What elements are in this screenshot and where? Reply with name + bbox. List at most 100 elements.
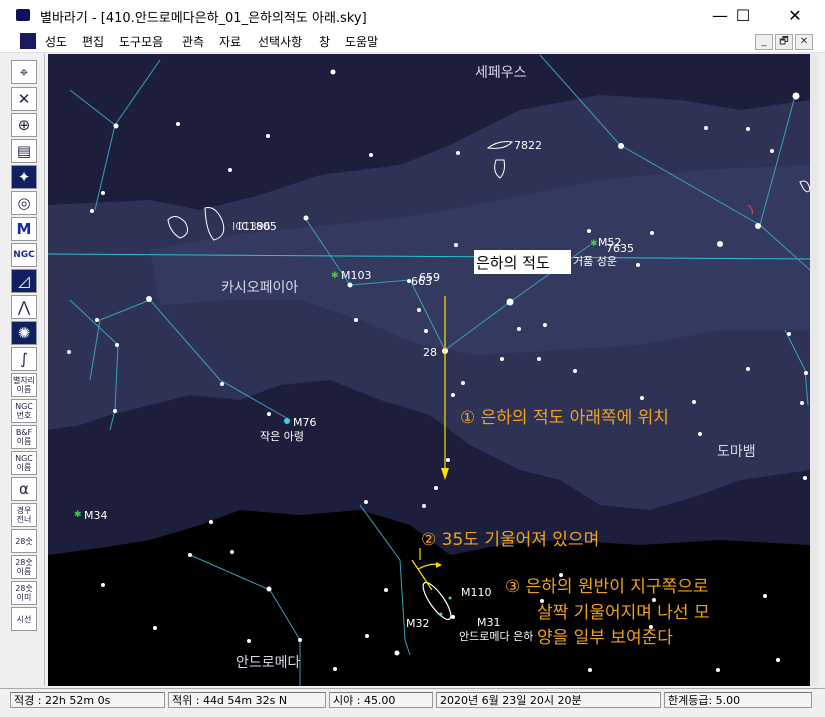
svg-text:✱: ✱	[590, 239, 598, 249]
menu-item-help[interactable]: 도움말	[345, 33, 378, 50]
annotation-note3-line1: ③ 은하의 원반이 지구쪽으로	[505, 577, 709, 597]
annotation-note3-line3: 양을 일부 보여준다	[537, 628, 673, 648]
magnitude-button[interactable]: 28숫	[11, 529, 37, 553]
cepheus-label: 세페우스	[475, 65, 527, 81]
constellation-border-button[interactable]: 경우 전너	[11, 503, 37, 527]
magnitude-icon: 28숫	[15, 536, 33, 546]
vertical-toolbar: ⌖ ✕ ⊕ ▤ ✦ ◎ M NGC ◿ ⋀ ✺ ∫ 별자리 이름 NGC 번호 …	[8, 54, 45, 686]
ecliptic-icon: ∫	[20, 349, 28, 368]
annotation-note2: ② 35도 기울어져 있으며	[421, 530, 599, 550]
mdi-close-button[interactable]: ✕	[795, 34, 813, 50]
messier-button[interactable]: M	[11, 217, 37, 241]
ngc-number-label-icon: NGC 번호	[15, 402, 33, 420]
little-dumbbell-label: 작은 아령	[260, 430, 304, 443]
star-name-label-button[interactable]: 별자리 이름	[11, 373, 37, 397]
mdi-minimize-button[interactable]: _	[755, 34, 773, 50]
status-declination: 적위 : 44d 54m 32s N	[168, 692, 326, 708]
m31-label: M31	[477, 616, 501, 629]
menu-bar: 성도 편집 도구모음 관측 자료 선택사항 창 도움말	[0, 30, 825, 53]
window-title: 별바라기 - [410.안드로메다은하_01_은하의적도 아래.sky]	[40, 11, 367, 26]
ngc7822-label: 7822	[514, 139, 542, 152]
lacerta-label: 도마뱀	[717, 444, 756, 460]
menu-item-window[interactable]: 창	[319, 33, 330, 50]
status-bar: 적경 : 22h 52m 0s 적위 : 44d 54m 32s N 시야 : …	[0, 688, 825, 717]
menu-item-edit[interactable]: 편집	[82, 33, 104, 50]
print-button[interactable]: ▤	[11, 139, 37, 163]
annotation-note3-line2: 살짝 기울어지며 나선 모	[537, 603, 710, 623]
status-right-ascension: 적경 : 22h 52m 0s	[10, 692, 165, 708]
bayer-label-button[interactable]: B&F 이름	[11, 425, 37, 449]
cassiopeia-label: 카시오페이아	[221, 280, 298, 296]
starfield-icon: ✦	[17, 167, 31, 186]
ngc-icon: NGC	[13, 249, 35, 260]
ngc-number-label-button[interactable]: NGC 번호	[11, 399, 37, 423]
menu-item-chart[interactable]: 성도	[45, 33, 67, 50]
ngc663-label: 663	[411, 275, 432, 288]
menu-item-toolbars[interactable]: 도구모음	[119, 33, 163, 50]
m110-label: M110	[461, 586, 492, 599]
alpha-button[interactable]: α	[11, 477, 37, 501]
vertical-scrollbar[interactable]	[810, 54, 818, 686]
globe-icon: ⊕	[17, 115, 31, 134]
m32-label: M32	[406, 617, 430, 630]
settings-icon: 시선	[16, 614, 32, 624]
globe-button[interactable]: ⊕	[11, 113, 37, 137]
close-icon: ✕	[788, 5, 802, 25]
messier-icon: M	[16, 219, 32, 238]
ngc7635-label: 7635	[606, 242, 634, 255]
constellation-button[interactable]: ⋀	[11, 295, 37, 319]
coordinate-grid-icon: ⌖	[19, 62, 29, 81]
mdi-restore-button[interactable]: 🗗	[775, 34, 793, 50]
svg-text:✱: ✱	[74, 510, 82, 520]
settings-button[interactable]: 시선	[11, 607, 37, 631]
alpha-icon: α	[19, 479, 29, 498]
m76-label: M76	[293, 416, 317, 429]
bubble-nebula-label: 거품 성운	[573, 255, 617, 268]
maximize-icon: ☐	[735, 5, 751, 25]
galactic-equator-label: 은하의 적도	[476, 254, 550, 272]
andromeda-label: 안드로메다	[236, 655, 301, 671]
app-icon[interactable]	[16, 9, 30, 21]
crosshair-button[interactable]: ✕	[11, 87, 37, 111]
telescope-button[interactable]: ◿	[11, 269, 37, 293]
telescope-icon: ◿	[18, 271, 30, 290]
m103-label: M103	[341, 269, 372, 282]
maximize-button[interactable]: ☐	[720, 0, 766, 30]
status-field-of-view: 시야 : 45.00	[329, 692, 433, 708]
document-icon[interactable]	[20, 33, 36, 49]
nebula-button[interactable]: ✺	[11, 321, 37, 345]
coordinate-grid-button[interactable]: ⌖	[11, 60, 37, 84]
status-limit-magnitude: 한계등급: 5.00	[664, 692, 812, 708]
ngc-name-label-icon: NGC 이름	[15, 454, 33, 472]
print-icon: ▤	[16, 141, 32, 160]
magnitude-name-icon: 28숫 이름	[15, 558, 33, 576]
close-button[interactable]: ✕	[772, 0, 818, 30]
status-datetime: 2020년 6월 23일 20시 20분	[436, 692, 661, 708]
constellation-icon: ⋀	[17, 297, 31, 316]
nebula-icon: ✺	[17, 323, 31, 342]
sky-chart[interactable]: ✱ ✱ ✱ 세페우스 카시오페이아 안드로메다 도마뱀 은하의 적도 7822 …	[48, 54, 810, 686]
m110-marker	[448, 596, 452, 600]
magnitude-name-button[interactable]: 28숫 이름	[11, 555, 37, 579]
annotation-note1: ① 은하의 적도 아래쪽에 위치	[460, 408, 669, 428]
m32-marker	[439, 612, 443, 616]
ngc-button[interactable]: NGC	[11, 243, 37, 267]
ecliptic-button[interactable]: ∫	[11, 347, 37, 371]
bayer-label-icon: B&F 이름	[15, 428, 33, 446]
constellation-border-icon: 경우 전너	[16, 506, 32, 524]
ngc-name-label-button[interactable]: NGC 이름	[11, 451, 37, 475]
menu-item-observe[interactable]: 관측	[182, 33, 204, 50]
galaxy-button[interactable]: ◎	[11, 191, 37, 215]
svg-text:✱: ✱	[331, 271, 339, 281]
crosshair-icon: ✕	[17, 89, 31, 108]
ngc281-label: 28	[423, 346, 437, 359]
starfield-button[interactable]: ✦	[11, 165, 37, 189]
m76-marker	[284, 418, 290, 424]
galaxy-icon: ◎	[17, 193, 31, 212]
window-titlebar: 별바라기 - [410.안드로메다은하_01_은하의적도 아래.sky] — ☐…	[0, 0, 825, 30]
m34-label: M34	[84, 509, 108, 522]
magnitude-label-button[interactable]: 28숫 이미	[11, 581, 37, 605]
menu-item-data[interactable]: 자료	[219, 33, 241, 50]
magnitude-label-icon: 28숫 이미	[15, 584, 33, 602]
menu-item-options[interactable]: 선택사항	[258, 33, 302, 50]
